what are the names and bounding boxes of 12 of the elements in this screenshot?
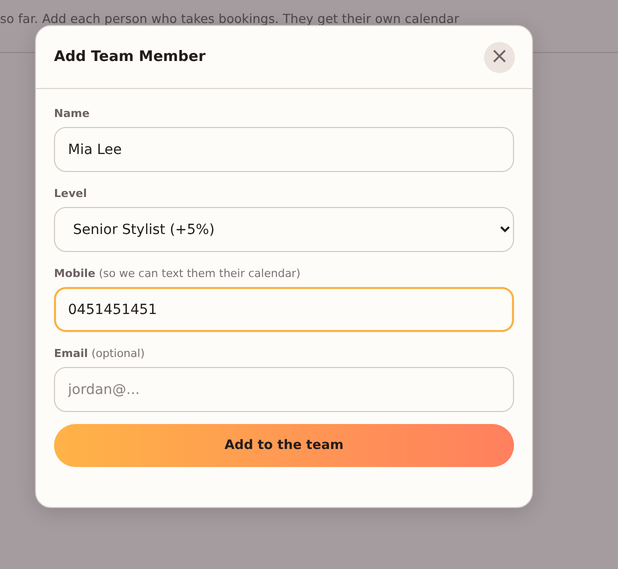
add-button[interactable]: Add to the team bbox=[54, 424, 514, 467]
dialog-title: Add Team Member bbox=[54, 49, 206, 65]
input-field[interactable]: jordan@... bbox=[54, 367, 514, 412]
field-label: Email (optional) bbox=[54, 347, 146, 360]
page-description: so far. Add each person who takes bookings. They get their own calendar bbox=[0, 10, 460, 26]
input-field[interactable]: 0451451451 bbox=[54, 287, 514, 332]
field-label: Level bbox=[54, 187, 88, 200]
input-field[interactable]: Mia Lee bbox=[54, 127, 514, 172]
close-button[interactable]: × bbox=[484, 42, 515, 72]
field-label: Name bbox=[54, 107, 91, 120]
select-field[interactable]: Senior Stylist (+5%) bbox=[54, 207, 514, 252]
field-label: Mobile (so we can text them their calendar) bbox=[54, 267, 302, 280]
